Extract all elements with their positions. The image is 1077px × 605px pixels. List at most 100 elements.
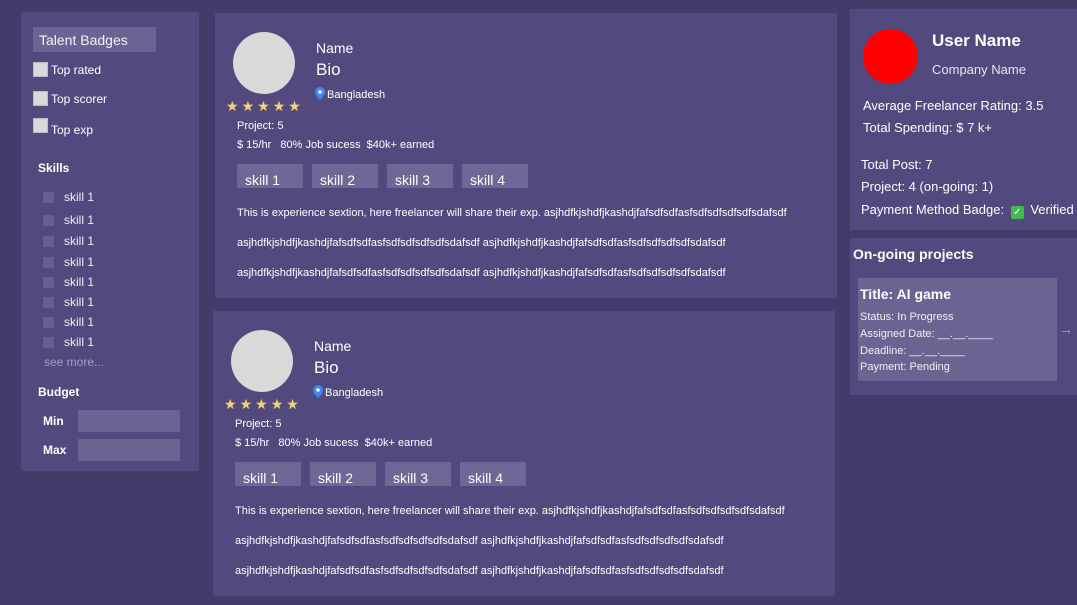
badge-top-rated[interactable]: Top rated	[33, 62, 101, 77]
project-assigned-date: Assigned Date: __.__.____	[860, 328, 993, 340]
star-icon: ★	[226, 98, 239, 114]
rate-summary: $ 15/hr 80% Job sucess $40k+ earned	[235, 437, 433, 449]
user-name: User Name	[932, 31, 1021, 50]
location-text: Bangladesh	[325, 387, 384, 399]
star-icon: ★	[288, 98, 301, 114]
experience-text: asjhdfkjshdfjkashdjfafsdfsdfasfsdfsdfsdf…	[235, 565, 724, 577]
skill-filter-item[interactable]: skill 1	[43, 190, 94, 204]
skill-label: skill 1	[64, 190, 95, 204]
badge-checkbox[interactable]	[33, 91, 48, 106]
skill-checkbox[interactable]	[43, 235, 54, 247]
experience-text: This is experience sextion, here freelan…	[237, 207, 787, 219]
budget-max-row: Max	[43, 439, 180, 461]
skill-chip[interactable]: skill 2	[310, 462, 376, 486]
experience-text: asjhdfkjshdfjkashdjfafsdfsdfasfsdfsdfsdf…	[237, 237, 726, 249]
min-budget-input[interactable]	[78, 410, 180, 432]
skill-chip[interactable]: skill 4	[460, 462, 526, 486]
budget-min-row: Min	[43, 410, 180, 432]
badge-top-exp[interactable]: Top exp	[33, 118, 93, 137]
client-profile-panel: User Name Company Name Average Freelance…	[850, 9, 1077, 230]
skill-chip[interactable]: skill 2	[312, 164, 378, 188]
skill-chip[interactable]: skill 1	[237, 164, 303, 188]
skills-list: skill 1 skill 2 skill 3 skill 4	[237, 164, 537, 188]
skill-checkbox[interactable]	[43, 276, 54, 288]
project-payment: Payment: Pending	[860, 361, 950, 373]
skill-filter-item[interactable]: skill 1	[43, 234, 94, 248]
skill-label: skill 1	[64, 295, 95, 309]
ongoing-heading: On-going projects	[853, 246, 974, 262]
badge-checkbox[interactable]	[33, 118, 48, 133]
skills-list: skill 1 skill 2 skill 3 skill 4	[235, 462, 535, 486]
talent-badges-title: Talent Badges	[33, 27, 156, 52]
location-pin-icon	[315, 87, 325, 103]
skill-label: skill 1	[64, 255, 95, 269]
freelancer-card[interactable]: ★ ★ ★ ★ ★ Name Bio Bangladesh Project: 5…	[215, 13, 837, 298]
star-icon: ★	[257, 98, 270, 114]
badge-top-scorer[interactable]: Top scorer	[33, 91, 107, 106]
star-icon: ★	[272, 98, 286, 114]
rating-stars: ★ ★ ★ ★ ★	[224, 397, 299, 411]
skill-filter-item[interactable]: skill 1	[43, 255, 94, 269]
filter-sidebar: Talent Badges Top rated Top scorer Top e…	[21, 12, 199, 471]
skill-chip[interactable]: skill 1	[235, 462, 301, 486]
skill-chip[interactable]: skill 3	[385, 462, 451, 486]
skill-checkbox[interactable]	[43, 336, 54, 348]
star-icon: ★	[286, 396, 299, 412]
experience-text: asjhdfkjshdfjkashdjfafsdfsdfasfsdfsdfsdf…	[237, 267, 726, 279]
skill-chip[interactable]: skill 3	[387, 164, 453, 188]
freelancer-bio: Bio	[316, 60, 341, 79]
payment-badge-status: Verified	[1030, 202, 1074, 217]
badge-label: Top exp	[51, 122, 94, 137]
ongoing-projects-panel: On-going projects Title: AI game Status:…	[850, 238, 1077, 395]
skill-filter-item[interactable]: skill 1	[43, 315, 94, 329]
skill-chip[interactable]: skill 4	[462, 164, 528, 188]
budget-heading: Budget	[38, 385, 80, 399]
skill-label: skill 1	[64, 213, 95, 227]
skill-checkbox[interactable]	[43, 296, 54, 308]
rate-summary: $ 15/hr 80% Job sucess $40k+ earned	[237, 139, 435, 151]
location-text: Bangladesh	[327, 89, 386, 101]
badge-checkbox[interactable]	[33, 62, 48, 77]
user-avatar	[863, 29, 918, 84]
skill-filter-item[interactable]: skill 1	[43, 335, 94, 349]
payment-badge-label: Payment Method Badge:	[861, 202, 1005, 217]
freelancer-location: Bangladesh	[315, 87, 385, 103]
average-rating: Average Freelancer Rating: 3.5	[863, 98, 1044, 113]
experience-text: asjhdfkjshdfjkashdjfafsdfsdfasfsdfsdfsdf…	[235, 535, 724, 547]
skill-label: skill 1	[64, 234, 95, 248]
total-spending: Total Spending: $ 7 k+	[863, 120, 993, 135]
rating-stars: ★ ★ ★ ★ ★	[226, 99, 301, 113]
see-more-link[interactable]: see more...	[44, 355, 104, 369]
max-label: Max	[43, 443, 67, 457]
skill-label: skill 1	[64, 315, 95, 329]
max-budget-input[interactable]	[78, 439, 180, 461]
skill-filter-item[interactable]: skill 1	[43, 213, 94, 227]
project-deadline: Deadline: __.__.____	[860, 345, 965, 357]
project-card[interactable]: Title: AI game Status: In Progress Assig…	[858, 278, 1057, 381]
skill-label: skill 1	[64, 275, 95, 289]
star-icon: ★	[241, 98, 255, 114]
star-icon: ★	[224, 396, 237, 412]
location-pin-icon	[313, 385, 323, 401]
star-icon: ★	[239, 396, 253, 412]
skill-label: skill 1	[64, 335, 95, 349]
project-status: Status: In Progress	[860, 311, 954, 323]
skills-heading: Skills	[38, 161, 70, 175]
skill-checkbox[interactable]	[43, 256, 54, 268]
skill-filter-item[interactable]: skill 1	[43, 275, 94, 289]
badge-label: Top scorer	[51, 91, 108, 106]
freelancer-bio: Bio	[314, 358, 339, 377]
freelancer-card[interactable]: ★ ★ ★ ★ ★ Name Bio Bangladesh Project: 5…	[213, 311, 835, 596]
skill-checkbox[interactable]	[43, 191, 54, 203]
freelancer-name[interactable]: Name	[314, 338, 351, 354]
arrow-right-icon[interactable]: →	[1059, 321, 1073, 337]
skill-filter-item[interactable]: skill 1	[43, 295, 94, 309]
skill-checkbox[interactable]	[43, 316, 54, 328]
skill-checkbox[interactable]	[43, 214, 54, 226]
freelancer-name[interactable]: Name	[316, 40, 353, 56]
check-icon: ✓	[1010, 206, 1024, 219]
project-count: Project: 5	[235, 418, 282, 430]
total-post: Total Post: 7	[861, 157, 933, 172]
badge-label: Top rated	[51, 62, 102, 77]
star-icon: ★	[270, 396, 284, 412]
